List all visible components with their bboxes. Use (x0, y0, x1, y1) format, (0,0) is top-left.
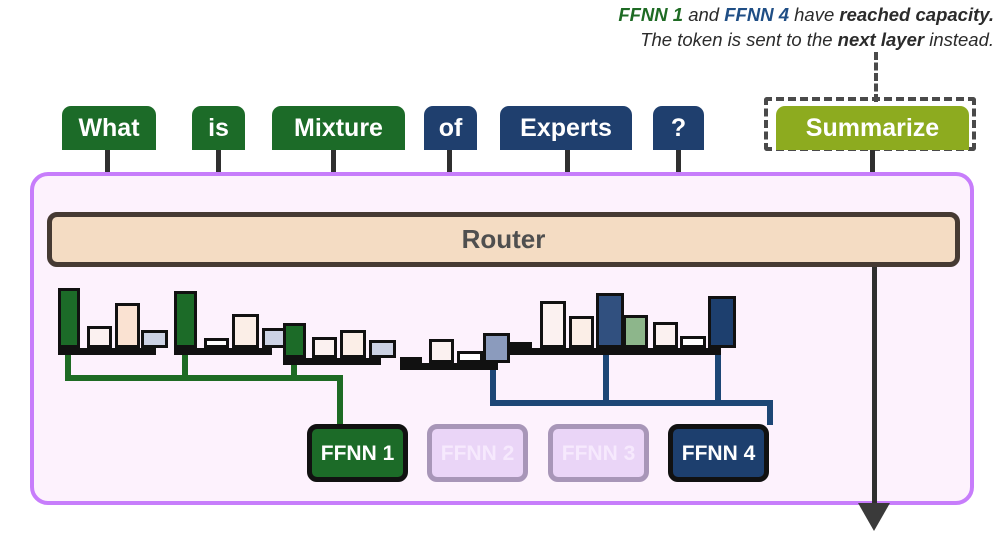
chart-baseline (283, 358, 381, 365)
callout-verb: have (788, 4, 840, 25)
score-chart-2 (174, 285, 289, 355)
callout-ffnn4-ref: FFNN 4 (724, 4, 789, 25)
score-bar-expert-2 (312, 337, 337, 358)
score-bar-expert-4 (708, 296, 736, 348)
wire-navy-drop-2 (603, 355, 609, 406)
score-bar-expert-1 (510, 342, 532, 348)
callout-leader-line (874, 52, 878, 102)
score-bar-expert-3 (569, 316, 594, 348)
score-bar-expert-3 (680, 336, 706, 348)
token-chip-is[interactable]: is (192, 106, 245, 150)
callout-line2-prefix: The token is sent to the (640, 29, 838, 50)
callout-line-2: The token is sent to the next layer inst… (380, 27, 994, 52)
score-bar-expert-2 (87, 326, 112, 348)
callout-ffnn1-ref: FFNN 1 (618, 4, 684, 25)
wire-green-bus (65, 375, 343, 381)
expert-box-ffnn-4[interactable]: FFNN 4 (668, 424, 769, 482)
expert-box-ffnn-3[interactable]: FFNN 3 (548, 424, 649, 482)
expert-box-ffnn-2[interactable]: FFNN 2 (427, 424, 528, 482)
score-bar-expert-2 (540, 301, 566, 348)
wire-green-to-ffnn1 (337, 375, 343, 425)
score-bar-expert-3 (457, 351, 483, 363)
score-bar-expert-2 (429, 339, 454, 363)
next-layer-arrow-head (858, 503, 890, 531)
callout-conjunction: and (683, 4, 725, 25)
token-chip-[interactable]: ? (653, 106, 704, 150)
expert-label: FFNN 4 (681, 442, 756, 465)
score-chart-4 (400, 300, 510, 370)
score-bar-expert-1 (400, 357, 422, 363)
token-label: of (438, 114, 463, 142)
token-chip-experts[interactable]: Experts (500, 106, 632, 150)
callout-annotation: FFNN 1 and FFNN 4 have reached capacity.… (380, 2, 994, 52)
token-chip-mixture[interactable]: Mixture (272, 106, 405, 150)
score-chart-5 (510, 285, 624, 355)
next-layer-arrow-line (872, 267, 877, 509)
expert-label: FFNN 3 (561, 442, 636, 465)
wire-navy-to-ffnn4 (767, 400, 773, 425)
token-label: Mixture (294, 114, 383, 142)
expert-label: FFNN 2 (440, 442, 515, 465)
score-bar-expert-4 (483, 333, 510, 363)
callout-capacity-emphasis: reached capacity. (839, 4, 994, 25)
score-bar-expert-1 (623, 315, 648, 348)
token-label: ? (670, 114, 687, 142)
token-label: What (78, 114, 140, 142)
score-bar-expert-3 (115, 303, 140, 348)
token-chip-of[interactable]: of (424, 106, 477, 150)
score-bar-expert-2 (653, 322, 678, 348)
token-label: is (208, 114, 229, 142)
callout-line2-suffix: instead. (924, 29, 994, 50)
chart-baseline (174, 348, 272, 355)
score-chart-1 (58, 285, 168, 355)
token-chip-summarize[interactable]: Summarize (776, 106, 969, 150)
callout-line-1: FFNN 1 and FFNN 4 have reached capacity. (380, 2, 994, 27)
score-bar-expert-3 (232, 314, 259, 348)
score-bar-expert-3 (340, 330, 366, 358)
score-bar-expert-1 (174, 291, 197, 348)
router-label: Router (461, 224, 546, 254)
callout-nextlayer-emphasis: next layer (837, 29, 925, 50)
token-label: Summarize (805, 114, 940, 142)
token-chip-what[interactable]: What (62, 106, 156, 150)
token-label: Experts (520, 114, 612, 142)
score-chart-6 (623, 285, 736, 355)
wire-navy-drop-3 (715, 355, 721, 406)
score-chart-3 (283, 295, 396, 365)
expert-label: FFNN 1 (320, 442, 395, 465)
chart-baseline (623, 348, 721, 355)
chart-baseline (400, 363, 498, 370)
score-bar-expert-2 (204, 338, 229, 348)
score-bar-expert-4 (369, 340, 396, 358)
score-bar-expert-1 (283, 323, 306, 358)
chart-baseline (58, 348, 156, 355)
score-bar-expert-4 (141, 330, 168, 348)
expert-box-ffnn-1[interactable]: FFNN 1 (307, 424, 408, 482)
score-bar-expert-1 (58, 288, 80, 348)
chart-baseline (510, 348, 623, 355)
score-bar-expert-4 (596, 293, 624, 348)
router-box[interactable]: Router (47, 212, 960, 267)
wire-navy-bus (490, 400, 773, 406)
